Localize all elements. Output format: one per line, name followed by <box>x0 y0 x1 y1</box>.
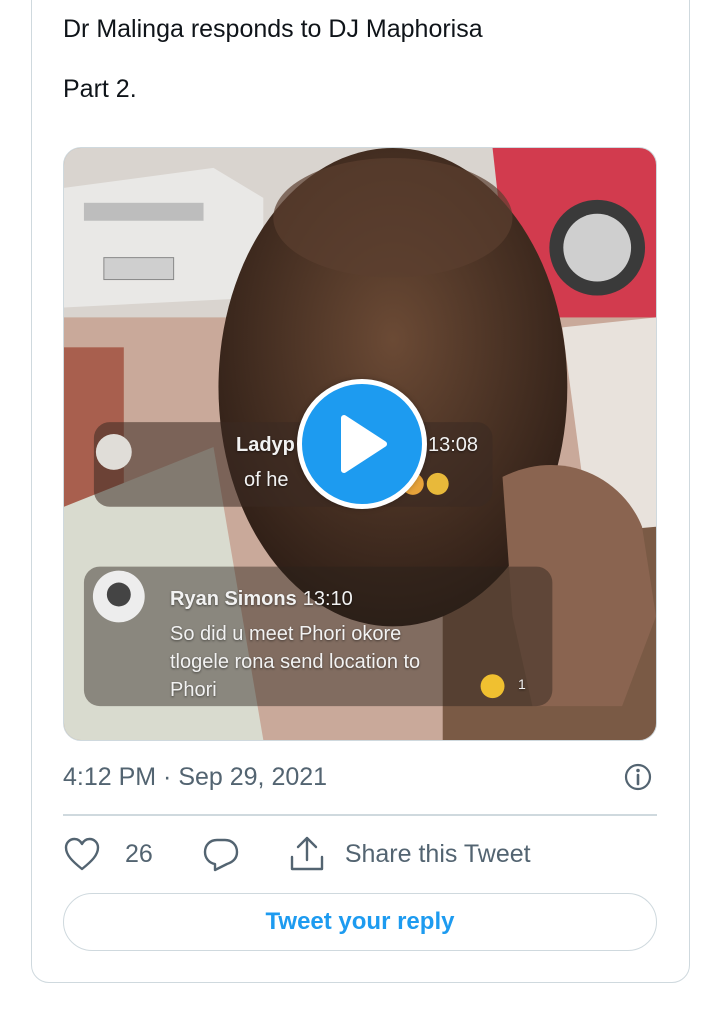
video-comment-1-body: of he <box>244 466 288 494</box>
comment-body-line: tlogele rona send location to <box>170 651 421 673</box>
comment-body-line: Phori <box>170 679 217 701</box>
reply-button[interactable] <box>203 836 239 872</box>
play-button[interactable] <box>297 379 427 509</box>
tweet-timestamp[interactable]: 4:12 PM · Sep 29, 2021 <box>63 763 327 792</box>
comment-time: 13:08 <box>428 434 479 456</box>
reaction-count: 1 <box>518 676 526 692</box>
share-label: Share this Tweet <box>344 839 531 868</box>
like-button[interactable]: 26 <box>63 836 153 872</box>
share-button[interactable]: Share this Tweet <box>289 835 531 873</box>
divider <box>63 814 657 816</box>
tweet-reply-button[interactable]: Tweet your reply <box>63 893 657 951</box>
video-comment-2-body: So did u meet Phori okore tlogele rona s… <box>170 620 420 704</box>
comment-author: Ryan Simons <box>170 588 297 610</box>
comment-body: of he <box>244 469 289 491</box>
tweet-text: Dr Malinga responds to DJ Maphorisa Part… <box>63 15 483 103</box>
play-icon <box>341 415 387 473</box>
share-upload-icon <box>290 836 324 871</box>
comment-time: 13:10 <box>302 588 353 610</box>
video-player[interactable]: Ladyp 13:08 of he Ryan Simons 13:10 So di… <box>63 147 657 741</box>
reply-bubble-icon <box>203 838 239 872</box>
tweet-actions: 26 Share this Tweet <box>63 832 531 876</box>
like-count: 26 <box>125 839 153 868</box>
video-comment-1-time: 13:08 <box>422 434 478 457</box>
tweet-meta: 4:12 PM · Sep 29, 2021 <box>63 760 657 794</box>
info-icon[interactable] <box>623 762 653 792</box>
video-comment-2: Ryan Simons 13:10 <box>170 588 353 611</box>
comment-reaction-count: 1 <box>512 676 526 694</box>
comment-body-line: So did u meet Phori okore <box>170 623 402 645</box>
comment-author: Ladyp <box>236 434 295 456</box>
heart-icon <box>64 837 100 871</box>
video-comment-1: Ladyp <box>236 434 295 457</box>
